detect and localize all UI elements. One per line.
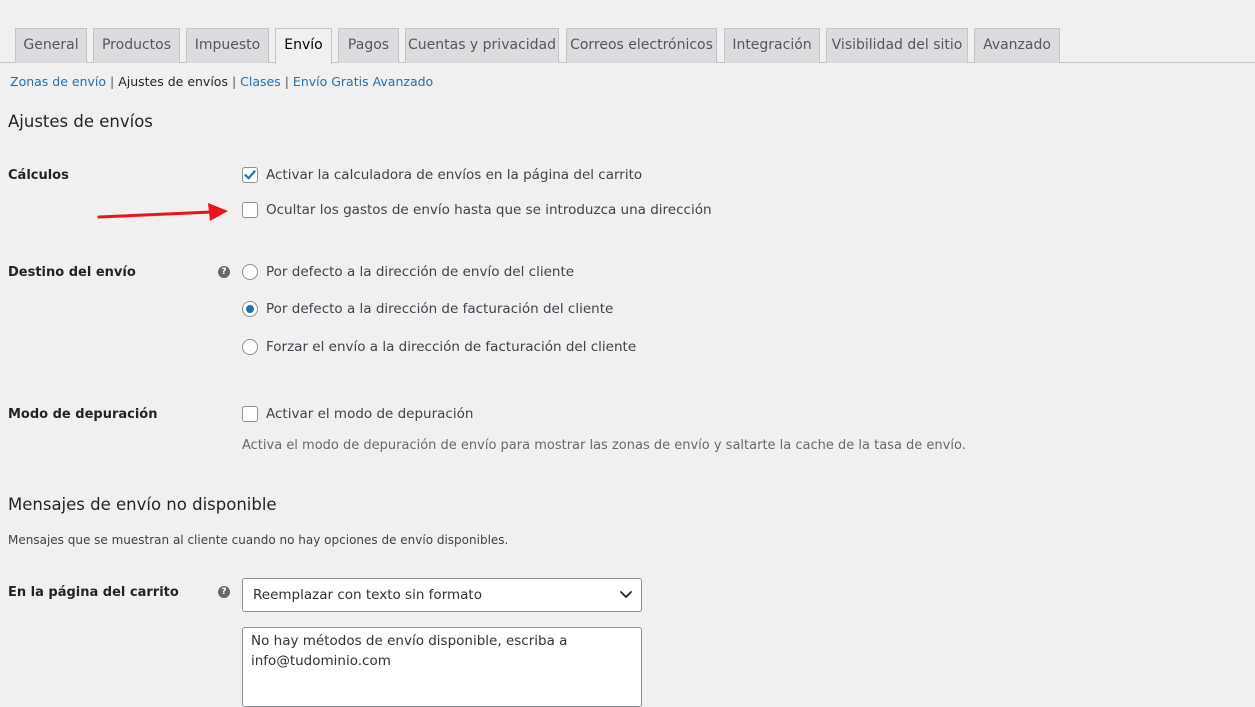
option-hide-shipping-costs: Ocultar los gastos de envío hasta que se… bbox=[242, 202, 712, 218]
option-shipping-destination-shipping: Por defecto a la dirección de envío del … bbox=[242, 264, 574, 280]
tab-productos[interactable]: Productos bbox=[93, 28, 180, 63]
label-calculos: Cálculos bbox=[8, 168, 69, 183]
option-debug-mode: Activar el modo de depuración bbox=[242, 406, 473, 422]
tab-general[interactable]: General bbox=[15, 28, 87, 63]
cart-message-textarea[interactable]: No hay métodos de envío disponible, escr… bbox=[242, 627, 642, 707]
tab-avanzado[interactable]: Avanzado bbox=[974, 28, 1060, 63]
checkbox-hide-shipping-costs[interactable] bbox=[242, 202, 258, 218]
textarea-line: info@tudominio.com bbox=[251, 653, 391, 669]
sublink-ajustes-envios[interactable]: Ajustes de envíos bbox=[118, 74, 228, 89]
tab-envio[interactable]: Envío bbox=[275, 28, 332, 64]
chevron-down-icon bbox=[619, 579, 633, 623]
section-title-mensajes-envio: Mensajes de envío no disponible bbox=[8, 495, 277, 514]
help-icon[interactable]: ? bbox=[218, 586, 230, 598]
option-shipping-destination-billing: Por defecto a la dirección de facturació… bbox=[242, 301, 613, 317]
tab-cuentas-privacidad[interactable]: Cuentas y privacidad bbox=[405, 28, 559, 63]
checkbox-label[interactable]: Activar la calculadora de envíos en la p… bbox=[266, 167, 642, 183]
section-description: Mensajes que se muestran al cliente cuan… bbox=[8, 533, 509, 547]
checkbox-label[interactable]: Ocultar los gastos de envío hasta que se… bbox=[266, 202, 712, 218]
sublink-envio-gratis-avanzado[interactable]: Envío Gratis Avanzado bbox=[293, 74, 433, 89]
red-arrow-annotation bbox=[97, 203, 228, 221]
sublink-zonas-envio[interactable]: Zonas de envío bbox=[10, 74, 106, 89]
checkmark-icon bbox=[244, 170, 256, 180]
help-icon[interactable]: ? bbox=[218, 266, 230, 278]
cart-message-select[interactable]: Reemplazar con texto sin formato bbox=[242, 578, 642, 612]
separator: | bbox=[284, 74, 289, 89]
radio-label[interactable]: Por defecto a la dirección de facturació… bbox=[266, 301, 613, 317]
label-destino-envio: Destino del envío bbox=[8, 265, 136, 280]
radio-shipping-address[interactable] bbox=[242, 264, 258, 280]
label-modo-depuracion: Modo de depuración bbox=[8, 407, 158, 422]
separator: | bbox=[110, 74, 119, 89]
tab-integracion[interactable]: Integración bbox=[724, 28, 820, 63]
radio-billing-address[interactable] bbox=[242, 301, 258, 317]
tab-pagos[interactable]: Pagos bbox=[338, 28, 399, 63]
option-shipping-calculator: Activar la calculadora de envíos en la p… bbox=[242, 167, 642, 183]
radio-selected-dot bbox=[246, 305, 254, 313]
radio-label[interactable]: Forzar el envío a la dirección de factur… bbox=[266, 339, 636, 355]
separator: | bbox=[231, 74, 237, 89]
section-title-ajustes-envios: Ajustes de envíos bbox=[8, 112, 153, 131]
checkbox-label[interactable]: Activar el modo de depuración bbox=[266, 406, 473, 422]
tab-correos-electronicos[interactable]: Correos electrónicos bbox=[566, 28, 717, 63]
sub-navigation: Zonas de envío | Ajustes de envíos | Cla… bbox=[10, 74, 433, 89]
checkbox-debug-mode[interactable] bbox=[242, 406, 258, 422]
radio-force-billing[interactable] bbox=[242, 339, 258, 355]
select-value: Reemplazar con texto sin formato bbox=[253, 587, 482, 603]
settings-tabs: General Productos Impuesto Envío Pagos C… bbox=[0, 0, 1255, 64]
radio-label[interactable]: Por defecto a la dirección de envío del … bbox=[266, 264, 574, 280]
tab-impuesto[interactable]: Impuesto bbox=[186, 28, 269, 63]
debug-mode-description: Activa el modo de depuración de envío pa… bbox=[242, 438, 966, 453]
checkbox-shipping-calculator[interactable] bbox=[242, 167, 258, 183]
tab-visibilidad-sitio[interactable]: Visibilidad del sitio bbox=[826, 28, 968, 63]
sublink-clases[interactable]: Clases bbox=[240, 74, 281, 89]
label-pagina-carrito: En la página del carrito bbox=[8, 585, 179, 600]
option-shipping-destination-force-billing: Forzar el envío a la dirección de factur… bbox=[242, 339, 636, 355]
textarea-line: No hay métodos de envío disponible, escr… bbox=[251, 633, 568, 649]
